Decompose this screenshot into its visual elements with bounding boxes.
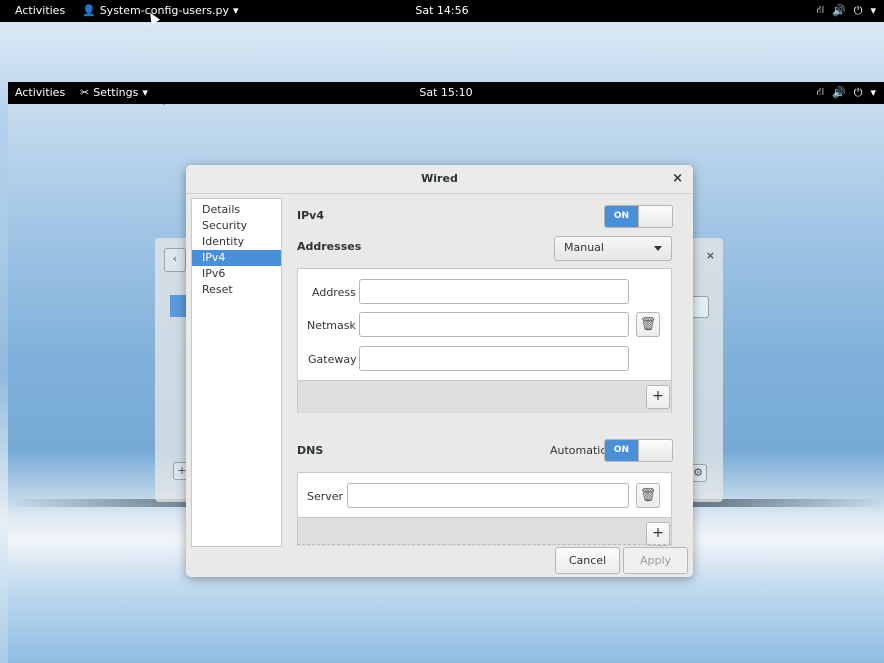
address-label: Address [312,286,356,299]
toggle-on-label: ON [605,440,638,461]
trash-icon: 🗑 [639,317,657,332]
delete-address-button[interactable]: 🗑 [636,312,660,337]
volume-icon: 🔊 [832,4,846,17]
gateway-field[interactable] [359,346,629,371]
ipv4-heading: IPv4 [297,209,324,222]
network-icon: ⛙ [816,3,825,16]
sidebar-item-details[interactable]: Details [192,202,281,218]
apply-button[interactable]: Apply [623,547,688,574]
scroll-edge [297,544,671,545]
back-button[interactable]: ‹ [164,248,186,272]
trash-icon: 🗑 [639,488,657,503]
close-icon[interactable]: × [706,249,715,262]
clock[interactable]: Sat 15:10 [8,86,884,99]
add-address-button[interactable]: + [646,385,670,409]
dns-panel: Server 🗑 + [297,472,672,546]
dns-server-field[interactable] [347,483,629,508]
addresses-panel: Address Netmask 🗑 Gateway + [297,268,672,413]
sidebar-item-ipv6[interactable]: IPv6 [192,266,281,282]
sidebar-item-reset[interactable]: Reset [192,282,281,298]
volume-icon: 🔊 [832,86,846,99]
system-tray[interactable]: ⛙ 🔊 ⏻ ▾ [816,85,876,100]
clock[interactable]: Sat 14:56 [0,4,884,17]
cancel-button[interactable]: Cancel [555,547,620,574]
netmask-label: Netmask [307,319,356,332]
delete-server-button[interactable]: 🗑 [636,483,660,508]
dns-automatic-label: Automatic [550,444,607,457]
add-server-button[interactable]: + [646,522,670,546]
chevron-down-icon: ▾ [870,4,876,17]
method-dropdown[interactable]: Manual [554,236,672,261]
toggle-knob [638,206,672,227]
addresses-heading: Addresses [297,240,362,253]
power-icon: ⏻ [853,85,863,99]
sidebar-item-identity[interactable]: Identity [192,234,281,250]
top-bar-primary: Activities 👤 System-config-users.py ▾ Sa… [0,0,884,22]
system-tray[interactable]: ⛙ 🔊 ⏻ ▾ [816,3,876,18]
chevron-down-icon [654,246,662,251]
dns-panel-footer: + [298,517,671,546]
dialog-title: Wired [421,172,458,185]
dialog-titlebar: Wired × [186,165,693,194]
network-icon: ⛙ [816,85,825,98]
sidebar-item-ipv4[interactable]: IPv4 [192,250,281,266]
power-icon: ⏻ [853,3,863,17]
gateway-label: Gateway [308,353,357,366]
toggle-knob [638,440,672,461]
top-bar-secondary: Activities ✂ Settings ▾ Sat 15:10 ⛙ 🔊 ⏻ … [8,82,884,104]
close-icon[interactable]: × [672,171,683,186]
ipv4-toggle[interactable]: ON [604,205,673,228]
addresses-panel-footer: + [298,380,671,413]
netmask-field[interactable] [359,312,629,337]
address-field[interactable] [359,279,629,304]
chevron-down-icon: ▾ [870,86,876,99]
server-label: Server [307,490,344,503]
sidebar-item-security[interactable]: Security [192,218,281,234]
dns-automatic-toggle[interactable]: ON [604,439,673,462]
toggle-on-label: ON [605,206,638,227]
method-value: Manual [564,241,604,254]
settings-sidebar: Details Security Identity IPv4 IPv6 Rese… [191,198,282,547]
wired-dialog: Wired × Details Security Identity IPv4 I… [186,165,693,577]
dns-heading: DNS [297,444,324,457]
